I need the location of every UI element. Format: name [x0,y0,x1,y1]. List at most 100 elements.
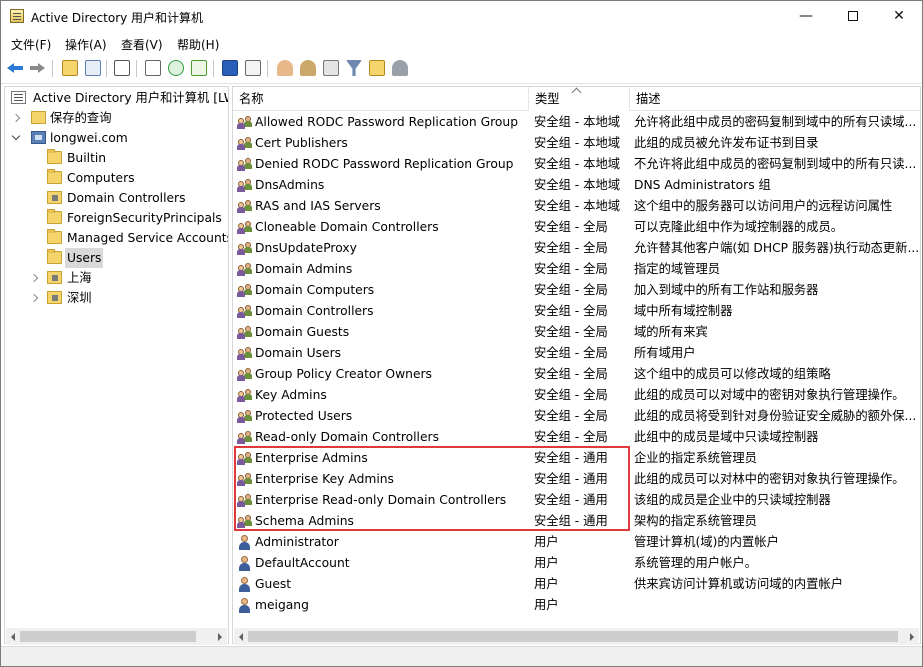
table-row[interactable]: Domain Computers 安全组 - 全局 加入到域中的所有工作站和服务器 [233,280,920,301]
back-arrow-icon[interactable] [7,59,25,77]
list-horizontal-scrollbar[interactable] [234,628,919,645]
table-row[interactable]: Key Admins 安全组 - 全局 此组的成员可以对域中的密钥对象执行管理操作。 [233,385,920,406]
table-row[interactable]: DnsUpdateProxy 安全组 - 全局 允许替其他客户端(如 DHCP 服务… [233,238,920,259]
cell-type: 安全组 - 通用 [534,514,608,528]
show-tree-icon[interactable] [84,59,102,77]
expand-chevron-icon[interactable] [11,113,21,123]
cell-type: 安全组 - 本地域 [534,178,621,192]
table-row[interactable]: Domain Controllers 安全组 - 全局 域中所有域控制器 [233,301,920,322]
tree-item-shanghai[interactable]: 上海 [9,268,228,288]
add-to-group-icon[interactable] [391,59,409,77]
table-row[interactable]: Read-only Domain Controllers 安全组 - 全局 此组中的… [233,427,920,448]
table-row[interactable]: Domain Users 安全组 - 全局 所有域用户 [233,343,920,364]
mmc-view-icon[interactable] [244,59,262,77]
forward-arrow-icon[interactable] [29,59,47,77]
table-row[interactable]: DnsAdmins 安全组 - 本地域 DNS Administrators 组 [233,175,920,196]
export-list-icon[interactable] [190,59,208,77]
cell-name: Denied RODC Password Replication Group [255,157,514,171]
folder-icon [47,209,62,224]
tree-item-saved-queries[interactable]: 保存的查询 [9,108,228,128]
find-icon[interactable] [368,59,386,77]
window-title: Active Directory 用户和计算机 [31,11,204,25]
group-icon [237,283,253,298]
menu-file[interactable]: 文件(F) [11,36,51,53]
scroll-left-arrow-icon[interactable] [11,633,15,641]
cell-description: 架构的指定系统管理员 [634,514,757,528]
refresh-icon[interactable] [167,59,185,77]
new-ou-icon[interactable] [322,59,340,77]
cell-name: Allowed RODC Password Replication Group [255,115,519,129]
tree-item-shenzhen[interactable]: 深圳 [9,288,228,308]
column-header-name[interactable]: 名称 [233,87,528,111]
tree-item-computers[interactable]: Computers [9,168,228,188]
cell-description: 指定的域管理员 [634,262,721,276]
menu-view[interactable]: 查看(V) [121,36,163,53]
table-row[interactable]: DefaultAccount 用户 系统管理的用户帐户。 [233,553,920,574]
help-icon[interactable] [221,59,239,77]
scroll-thumb[interactable] [248,631,898,642]
table-row[interactable]: Group Policy Creator Owners 安全组 - 全局 这个组中的… [233,364,920,385]
scroll-right-arrow-icon[interactable] [910,633,914,641]
cell-type: 用户 [534,535,559,549]
column-header-description[interactable]: 描述 [630,87,920,111]
cell-name: RAS and IAS Servers [255,199,381,213]
tree-item-users[interactable]: Users [9,248,228,268]
table-row[interactable]: Schema Admins 安全组 - 通用 架构的指定系统管理员 [233,511,920,532]
new-group-icon[interactable] [299,59,317,77]
scroll-thumb[interactable] [20,631,196,642]
menu-help[interactable]: 帮助(H) [177,36,219,53]
cell-name: Enterprise Admins [255,451,368,465]
table-row[interactable]: RAS and IAS Servers 安全组 - 本地域 这个组中的服务器可以访问… [233,196,920,217]
tree-item-label: 上海 [67,271,92,285]
cell-description: 所有域用户 [634,346,696,360]
cell-description: 管理计算机(域)的内置帐户 [634,535,779,549]
cell-description: 域的所有来宾 [634,325,708,339]
properties-icon[interactable] [144,59,162,77]
table-row[interactable]: Enterprise Key Admins 安全组 - 通用 此组的成员可以对林中的… [233,469,920,490]
group-icon [237,199,253,214]
maximize-button[interactable] [830,1,876,32]
toolbar-divider [136,60,137,77]
up-folder-icon[interactable] [61,59,79,77]
table-row[interactable]: Enterprise Read-only Domain Controllers 安… [233,490,920,511]
tree-item-label-selected: Users [65,248,104,268]
table-row[interactable]: Guest 用户 供来宾访问计算机或访问域的内置帐户 [233,574,920,595]
cell-type: 安全组 - 通用 [534,472,608,486]
expand-chevron-icon[interactable] [29,293,39,303]
copy-icon[interactable] [113,59,131,77]
table-row[interactable]: Enterprise Admins 安全组 - 通用 企业的指定系统管理员 [233,448,920,469]
collapse-chevron-icon[interactable] [11,131,21,141]
filter-icon[interactable] [345,59,363,77]
table-row[interactable]: Domain Guests 安全组 - 全局 域的所有来宾 [233,322,920,343]
table-row[interactable]: Administrator 用户 管理计算机(域)的内置帐户 [233,532,920,553]
table-row[interactable]: Cert Publishers 安全组 - 本地域 此组的成员被允许发布证书到目录 [233,133,920,154]
table-row[interactable]: Domain Admins 安全组 - 全局 指定的域管理员 [233,259,920,280]
new-user-icon[interactable] [276,59,294,77]
tree-item-label: 深圳 [67,291,92,305]
scroll-right-arrow-icon[interactable] [218,633,222,641]
tree-root[interactable]: Active Directory 用户和计算机 [LW- [9,88,228,108]
cell-name: Group Policy Creator Owners [255,367,432,381]
table-row[interactable]: Protected Users 安全组 - 全局 此组的成员将受到针对身份验证安全威… [233,406,920,427]
tree-item-domain-controllers[interactable]: Domain Controllers [9,188,228,208]
expand-chevron-icon[interactable] [29,273,39,283]
tree-item-builtin[interactable]: Builtin [9,148,228,168]
folder-icon [47,149,62,164]
tree-item-foreign-security-principals[interactable]: ForeignSecurityPrincipals [9,208,228,228]
group-icon [237,472,253,487]
tree-item-label: ForeignSecurityPrincipals [67,211,222,225]
cell-name: Administrator [255,535,339,549]
minimize-button[interactable]: — [783,1,829,32]
table-row[interactable]: meigang 用户 [233,595,920,616]
cell-type: 安全组 - 本地域 [534,136,621,150]
table-row[interactable]: Denied RODC Password Replication Group 安全… [233,154,920,175]
table-row[interactable]: Cloneable Domain Controllers 安全组 - 全局 可以克隆… [233,217,920,238]
cell-description: 此组的成员可以对林中的密钥对象执行管理操作。 [634,472,905,486]
scroll-left-arrow-icon[interactable] [239,633,243,641]
table-row[interactable]: Allowed RODC Password Replication Group 安… [233,112,920,133]
tree-horizontal-scrollbar[interactable] [6,628,227,645]
menu-action[interactable]: 操作(A) [65,36,107,53]
close-button[interactable]: ✕ [876,1,922,32]
tree-item-domain[interactable]: longwei.com [9,128,228,148]
tree-item-managed-service-accounts[interactable]: Managed Service Accounts [9,228,228,248]
